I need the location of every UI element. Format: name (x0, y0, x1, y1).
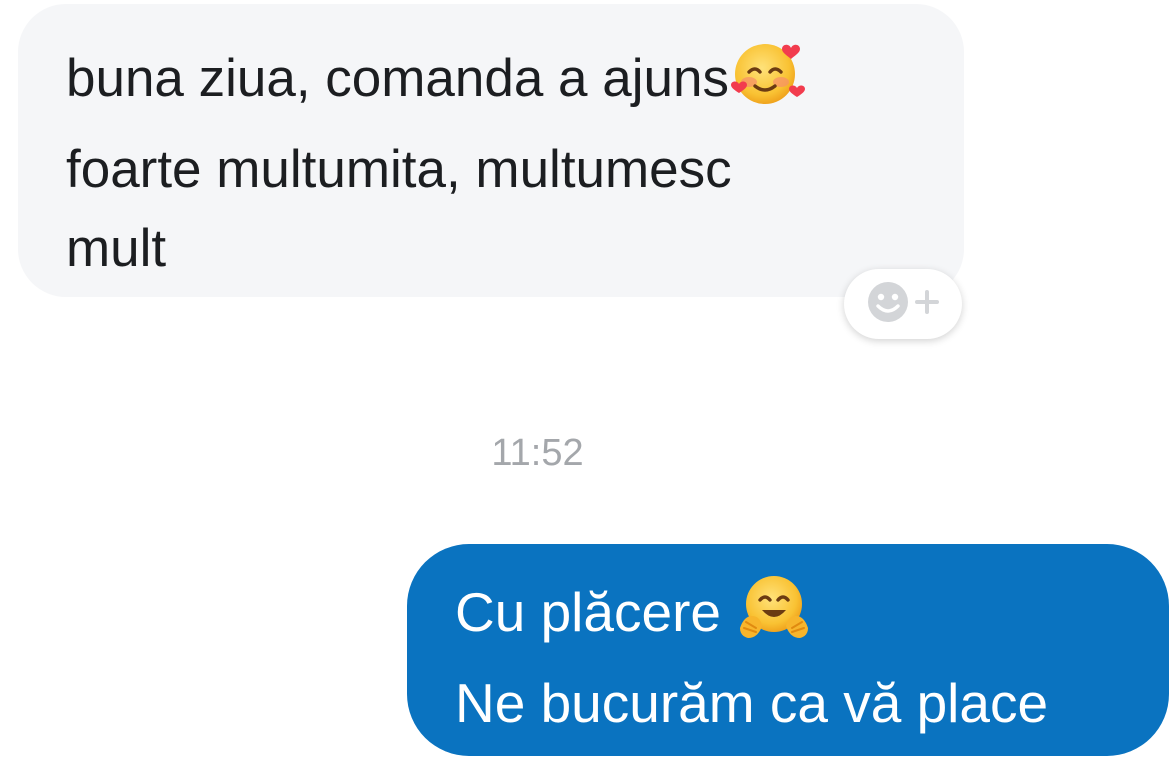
incoming-message-line-1-text: buna ziua, comanda a ajuns (66, 49, 729, 108)
hugging-face-icon (736, 570, 812, 663)
outgoing-message-bubble[interactable]: Cu plăcere Ne bucurăm ca vă place (407, 544, 1169, 756)
outgoing-message-line-2: Ne bucurăm ca vă place (455, 672, 1049, 734)
message-timestamp: 11:52 (491, 432, 584, 474)
add-reaction-button[interactable] (844, 269, 962, 339)
outgoing-message-line-1-text: Cu plăcere (455, 581, 737, 644)
smiling-face-with-hearts-icon (729, 34, 807, 130)
chat-thread: buna ziua, comanda a ajuns foarte multum… (0, 0, 1170, 769)
smiley-icon (866, 280, 910, 329)
incoming-message-bubble[interactable]: buna ziua, comanda a ajuns foarte multum… (18, 4, 964, 297)
outgoing-message-line-1: Cu plăcere (455, 570, 1139, 663)
incoming-message-line-1: buna ziua, comanda a ajuns (66, 34, 924, 130)
incoming-message-line-2: foarte multumita, multumesc (66, 140, 732, 199)
incoming-message-line-3: mult (66, 219, 167, 278)
plus-icon (914, 289, 940, 320)
